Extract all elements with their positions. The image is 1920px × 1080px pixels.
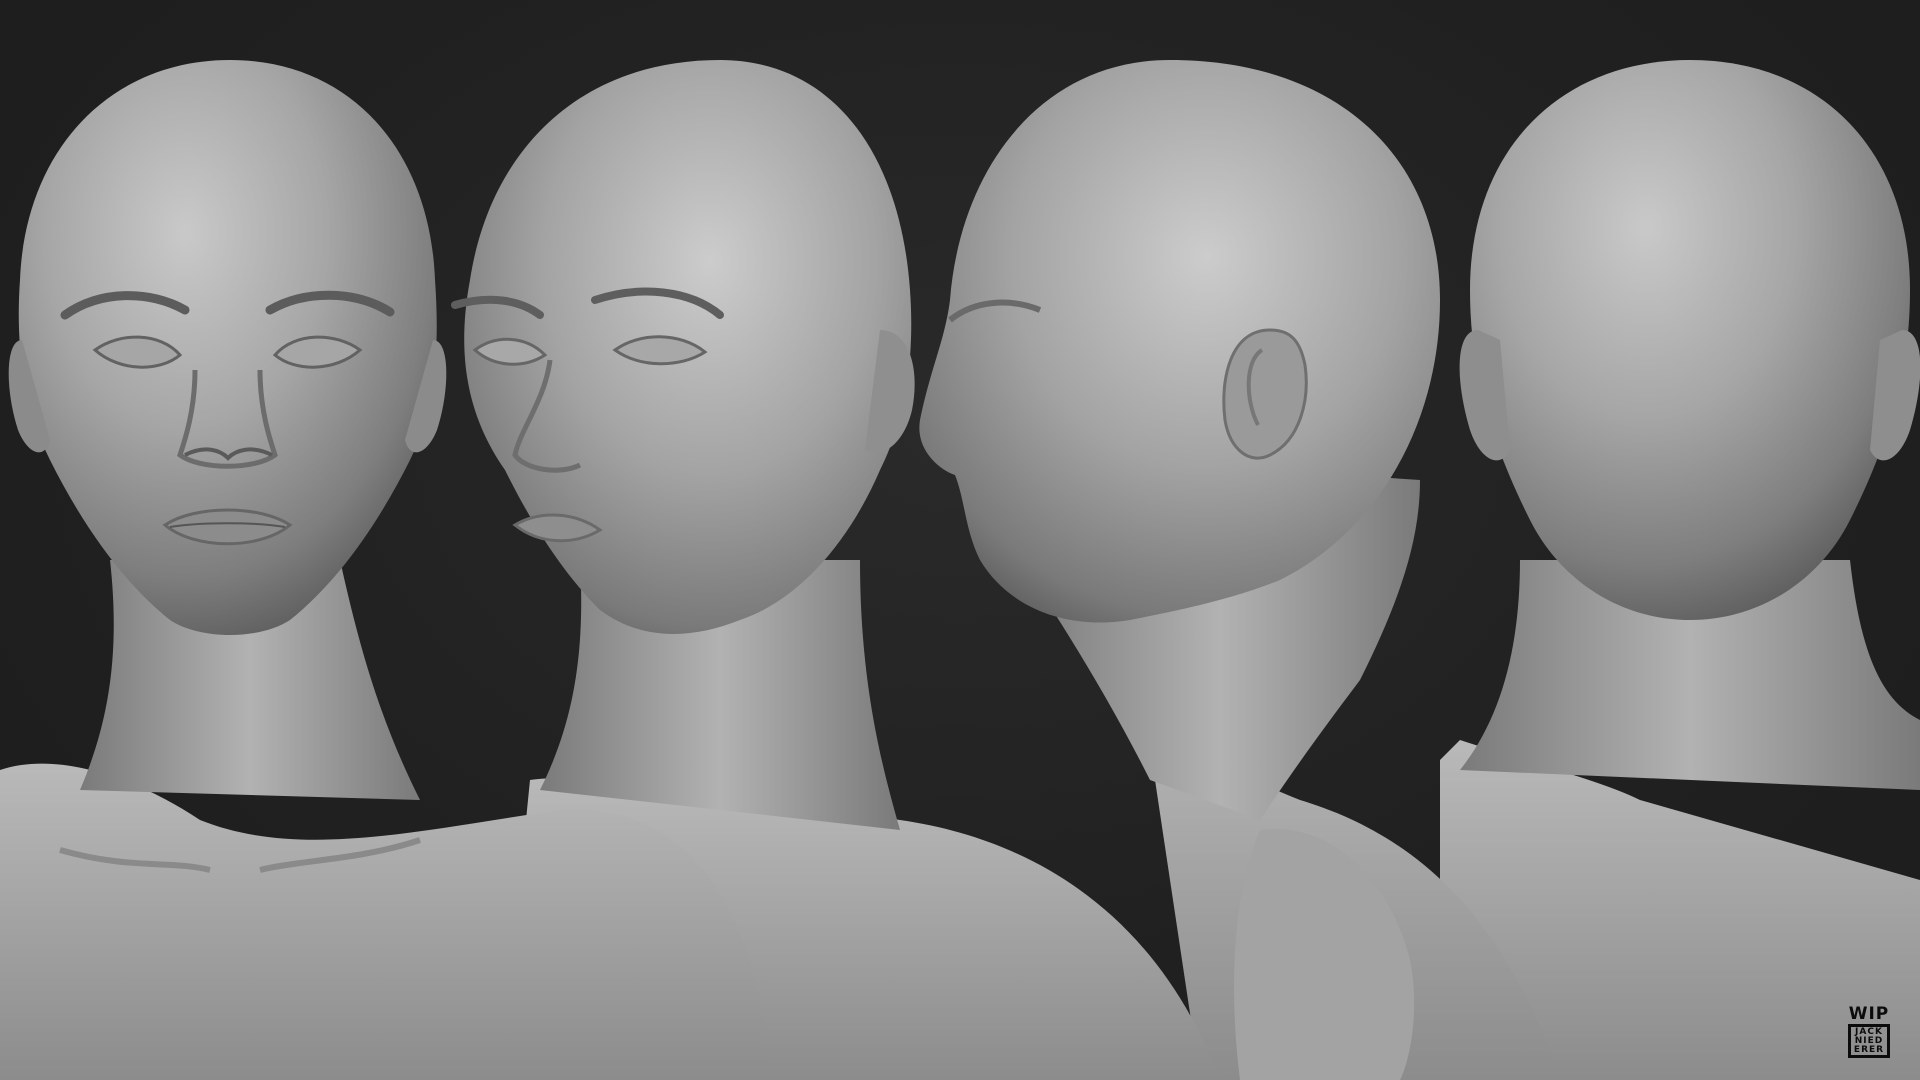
render-canvas: WIP JACK NIED ERER bbox=[0, 0, 1920, 1080]
watermark-line: ERER bbox=[1853, 1045, 1885, 1055]
back-view bbox=[1440, 60, 1920, 1080]
artist-watermark: WIP JACK NIED ERER bbox=[1848, 1006, 1890, 1058]
watermark-name-box: JACK NIED ERER bbox=[1848, 1024, 1890, 1058]
watermark-wip-label: WIP bbox=[1848, 1004, 1890, 1024]
sculpt-render bbox=[0, 60, 1920, 1080]
